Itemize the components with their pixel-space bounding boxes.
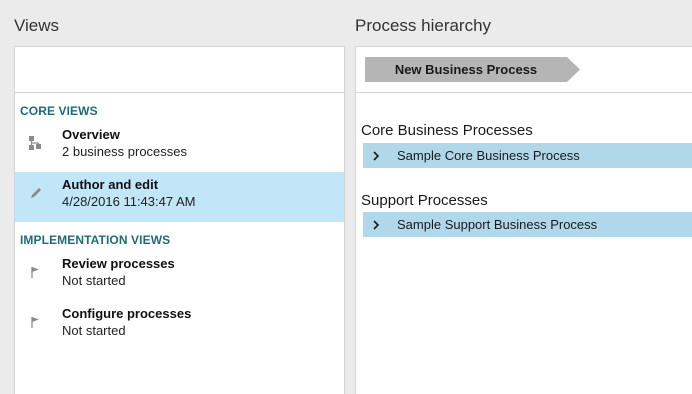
- view-item-title: Review processes: [62, 256, 175, 271]
- view-item-title: Author and edit: [62, 177, 159, 192]
- process-label: Sample Core Business Process: [397, 148, 580, 163]
- flag-icon: [31, 267, 39, 278]
- pencil-icon: [31, 188, 41, 198]
- hierarchy-toolbar: New Business Process: [356, 47, 692, 93]
- views-title: Views: [14, 16, 60, 35]
- views-panel: CORE VIEWS Overview 2 business processes…: [14, 46, 345, 394]
- view-item-configure-processes[interactable]: Configure processes Not started: [15, 301, 344, 351]
- view-item-review-processes[interactable]: Review processes Not started: [15, 251, 344, 301]
- process-row-sample-core[interactable]: Sample Core Business Process: [363, 143, 692, 168]
- support-processes-label: Support Processes: [361, 192, 488, 209]
- new-business-process-button[interactable]: New Business Process: [365, 57, 581, 82]
- view-item-subtitle: 2 business processes: [62, 144, 188, 159]
- chevron-right-icon[interactable]: [371, 150, 381, 162]
- view-item-subtitle: Not started: [62, 273, 126, 288]
- view-item-overview[interactable]: Overview 2 business processes: [15, 122, 344, 172]
- view-item-title: Overview: [62, 127, 120, 142]
- process-row-sample-support[interactable]: Sample Support Business Process: [363, 212, 692, 237]
- hierarchy-icon: [29, 136, 41, 150]
- view-item-subtitle: Not started: [62, 323, 126, 338]
- chevron-right-icon[interactable]: [371, 219, 381, 231]
- implementation-views-header: IMPLEMENTATION VIEWS: [20, 233, 171, 247]
- process-hierarchy-panel: New Business Process Core Business Proce…: [355, 46, 692, 394]
- core-views-header: CORE VIEWS: [20, 104, 98, 118]
- view-item-subtitle: 4/28/2016 11:43:47 AM: [62, 194, 196, 209]
- process-label: Sample Support Business Process: [397, 217, 598, 232]
- process-hierarchy-title: Process hierarchy: [355, 16, 492, 35]
- flag-icon: [31, 317, 39, 328]
- core-business-processes-label: Core Business Processes: [361, 122, 533, 139]
- view-item-title: Configure processes: [62, 306, 192, 321]
- view-item-author-and-edit[interactable]: Author and edit 4/28/2016 11:43:47 AM: [15, 172, 344, 222]
- views-search-area[interactable]: [15, 47, 344, 93]
- new-business-process-label: New Business Process: [394, 62, 538, 77]
